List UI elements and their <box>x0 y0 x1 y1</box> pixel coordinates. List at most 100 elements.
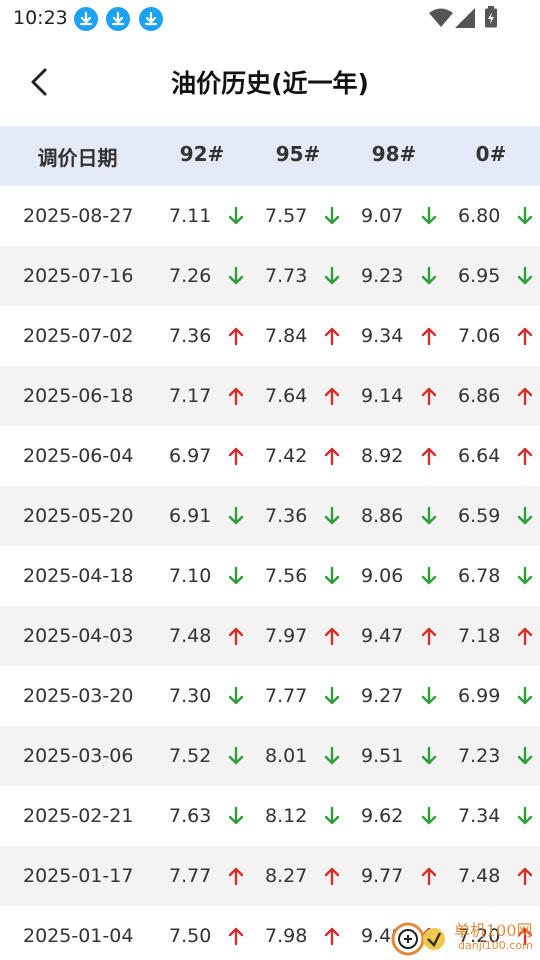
price-0: 6.64 <box>458 445 501 467</box>
arrow-down-icon <box>228 206 244 225</box>
price-0: 7.34 <box>458 805 501 827</box>
price-95: 7.36 <box>265 505 308 527</box>
table-row[interactable]: 2025-03-06 7.52 8.01 9.51 7.23 <box>0 726 540 786</box>
adjust-date: 2025-02-21 <box>23 805 134 827</box>
table-header: 调价日期 92# 95# 98# 0# <box>0 126 540 186</box>
arrow-down-icon <box>421 746 437 765</box>
arrow-down-icon <box>517 266 533 285</box>
status-time: 10:23 <box>13 7 68 29</box>
arrow-down-icon <box>421 266 437 285</box>
arrow-up-icon <box>421 867 437 886</box>
arrow-up-icon <box>228 327 244 346</box>
wifi-icon <box>429 8 453 27</box>
arrow-down-icon <box>228 506 244 525</box>
arrow-down-icon <box>324 566 340 585</box>
arrow-up-icon <box>517 447 533 466</box>
price-95: 7.84 <box>265 325 308 347</box>
arrow-down-icon <box>421 206 437 225</box>
arrow-down-icon <box>517 566 533 585</box>
adjust-date: 2025-05-20 <box>23 505 134 527</box>
arrow-up-icon <box>324 627 340 646</box>
arrow-up-icon <box>324 327 340 346</box>
price-98: 9.34 <box>361 325 404 347</box>
arrow-down-icon <box>228 806 244 825</box>
arrow-up-icon <box>517 327 533 346</box>
status-bar: 10:23 <box>0 0 540 38</box>
price-92: 7.17 <box>169 385 212 407</box>
watermark-sub: danji100.com <box>458 939 533 952</box>
arrow-up-icon <box>228 927 244 946</box>
table-row[interactable]: 2025-07-02 7.36 7.84 9.34 7.06 <box>0 306 540 366</box>
arrow-down-icon <box>228 266 244 285</box>
price-98: 8.92 <box>361 445 404 467</box>
price-95: 7.73 <box>265 265 308 287</box>
arrow-down-icon <box>517 686 533 705</box>
price-95: 7.77 <box>265 685 308 707</box>
arrow-down-icon <box>228 566 244 585</box>
price-98: 9.62 <box>361 805 404 827</box>
arrow-down-icon <box>517 506 533 525</box>
column-header-98: 98# <box>371 142 417 166</box>
price-0: 6.80 <box>458 205 501 227</box>
price-0: 6.86 <box>458 385 501 407</box>
price-92: 6.97 <box>169 445 212 467</box>
adjust-date: 2025-04-03 <box>23 625 134 647</box>
arrow-down-icon <box>228 686 244 705</box>
price-0: 7.18 <box>458 625 501 647</box>
adjust-date: 2025-08-27 <box>23 205 134 227</box>
table-row[interactable]: 2025-07-16 7.26 7.73 9.23 6.95 <box>0 246 540 306</box>
price-95: 7.57 <box>265 205 308 227</box>
table-row[interactable]: 2025-08-27 7.11 7.57 9.07 6.80 <box>0 186 540 246</box>
arrow-up-icon <box>324 447 340 466</box>
column-header-95: 95# <box>275 142 321 166</box>
adjust-date: 2025-06-04 <box>23 445 134 467</box>
price-0: 6.95 <box>458 265 501 287</box>
adjust-date: 2025-04-18 <box>23 565 134 587</box>
table-row[interactable]: 2025-01-17 7.77 8.27 9.77 7.48 <box>0 846 540 906</box>
price-0: 7.48 <box>458 865 501 887</box>
price-95: 7.98 <box>265 925 308 947</box>
watermark-text: 单机100网 <box>454 921 533 940</box>
price-98: 9.51 <box>361 745 404 767</box>
price-92: 7.63 <box>169 805 212 827</box>
table-row[interactable]: 2025-06-18 7.17 7.64 9.14 6.86 <box>0 366 540 426</box>
adjust-date: 2025-01-17 <box>23 865 134 887</box>
adjust-date: 2025-07-02 <box>23 325 134 347</box>
price-history-list[interactable]: 2025-08-27 7.11 7.57 9.07 6.80 2025-07-16 7.26… <box>0 186 540 960</box>
arrow-up-icon <box>517 867 533 886</box>
arrow-down-icon <box>324 506 340 525</box>
price-92: 7.26 <box>169 265 212 287</box>
arrow-down-icon <box>228 746 244 765</box>
arrow-up-icon <box>421 387 437 406</box>
adjust-date: 2025-01-04 <box>23 925 134 947</box>
arrow-up-icon <box>421 327 437 346</box>
table-row[interactable]: 2025-02-21 7.63 8.12 9.62 7.34 <box>0 786 540 846</box>
price-0: 6.99 <box>458 685 501 707</box>
price-98: 8.86 <box>361 505 404 527</box>
table-row[interactable]: 2025-03-20 7.30 7.77 9.27 6.99 <box>0 666 540 726</box>
column-header-date: 调价日期 <box>37 146 118 170</box>
table-row[interactable]: 2025-06-04 6.97 7.42 8.92 6.64 <box>0 426 540 486</box>
arrow-down-icon <box>421 686 437 705</box>
price-92: 7.52 <box>169 745 212 767</box>
column-header-0: 0# <box>475 142 507 166</box>
price-95: 8.12 <box>265 805 308 827</box>
arrow-down-icon <box>421 506 437 525</box>
price-92: 7.77 <box>169 865 212 887</box>
table-row[interactable]: 2025-04-18 7.10 7.56 9.06 6.78 <box>0 546 540 606</box>
arrow-down-icon <box>421 806 437 825</box>
arrow-down-icon <box>421 566 437 585</box>
signal-icon <box>455 8 475 28</box>
price-95: 7.42 <box>265 445 308 467</box>
price-92: 7.10 <box>169 565 212 587</box>
price-95: 8.27 <box>265 865 308 887</box>
arrow-down-icon <box>517 746 533 765</box>
download-icon <box>74 7 98 31</box>
table-row[interactable]: 2025-05-20 6.91 7.36 8.86 6.59 <box>0 486 540 546</box>
price-95: 7.64 <box>265 385 308 407</box>
table-row[interactable]: 2025-04-03 7.48 7.97 9.47 7.18 <box>0 606 540 666</box>
price-92: 7.50 <box>169 925 212 947</box>
arrow-up-icon <box>228 867 244 886</box>
arrow-up-icon <box>324 387 340 406</box>
price-92: 7.30 <box>169 685 212 707</box>
